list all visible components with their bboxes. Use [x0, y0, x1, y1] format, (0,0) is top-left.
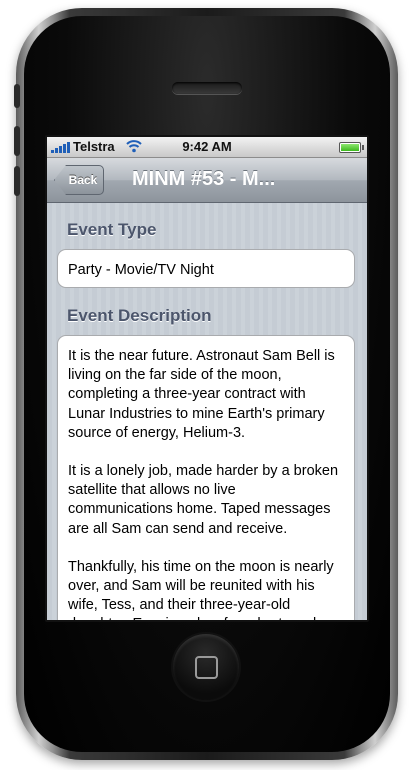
battery-level: [341, 144, 359, 151]
description-paragraph: It is the near future. Astronaut Sam Bel…: [68, 348, 335, 441]
home-button-icon: [195, 656, 218, 679]
volume-up-button: [14, 126, 20, 156]
nav-title: MINM #53 - M...: [132, 168, 276, 190]
description-paragraph: It is a lonely job, made harder by a bro…: [68, 463, 339, 537]
volume-down-button: [14, 166, 20, 196]
event-type-header: Event Type: [67, 220, 157, 239]
back-button[interactable]: Back: [54, 165, 104, 195]
event-description-header: Event Description: [67, 306, 212, 325]
screen: Telstra 9:42 AM Back MINM #53 - M... Eve…: [47, 137, 367, 620]
battery-icon: [339, 142, 364, 153]
navigation-bar: Back MINM #53 - M...: [47, 158, 367, 203]
description-paragraph: Thankfully, his time on the moon is near…: [68, 558, 334, 620]
earpiece-speaker: [172, 82, 242, 94]
status-bar: Telstra 9:42 AM: [47, 137, 367, 158]
status-time: 9:42 AM: [182, 139, 232, 154]
event-type-value: Party - Movie/TV Night: [68, 262, 214, 278]
home-button[interactable]: [173, 634, 239, 700]
mute-switch: [14, 84, 20, 108]
event-detail-content[interactable]: Event Type Party - Movie/TV Night Event …: [47, 203, 367, 620]
event-type-cell: Party - Movie/TV Night: [57, 249, 355, 288]
event-description-cell: It is the near future. Astronaut Sam Bel…: [57, 335, 355, 620]
